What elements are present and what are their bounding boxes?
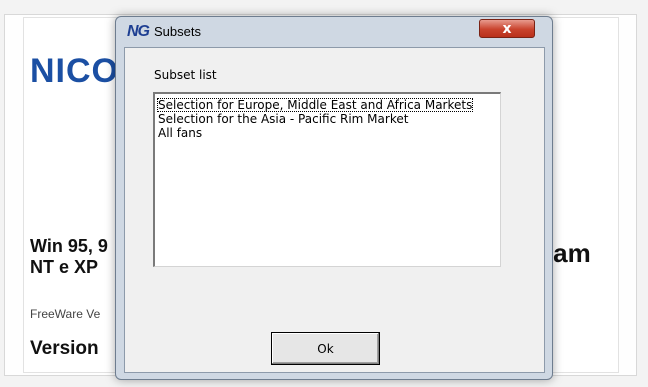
- subset-list-label: Subset list: [154, 68, 217, 82]
- brand-logo-text: NICO: [30, 52, 119, 90]
- freeware-text: FreeWare Ve: [30, 307, 101, 321]
- dialog-titlebar[interactable]: NG Subsets x: [116, 17, 552, 47]
- dialog-title: Subsets: [154, 24, 201, 39]
- app-logo-icon: NG: [127, 23, 150, 40]
- ok-button[interactable]: Ok: [271, 332, 380, 365]
- subsets-dialog: NG Subsets x Subset list Selection for E…: [115, 16, 553, 380]
- platform-line-2: NT e XP: [30, 257, 99, 277]
- list-item[interactable]: All fans: [157, 126, 203, 140]
- dialog-body: Subset list Selection for Europe, Middle…: [124, 47, 545, 373]
- ok-button-label: Ok: [317, 341, 334, 356]
- version-text: Version: [30, 338, 99, 359]
- close-button[interactable]: x: [479, 19, 535, 38]
- platform-line-1: Win 95, 9: [30, 236, 108, 256]
- subset-listbox[interactable]: Selection for Europe, Middle East and Af…: [153, 92, 501, 267]
- platform-text: Win 95, 9 NT e XP: [30, 236, 108, 278]
- close-icon: x: [502, 20, 512, 37]
